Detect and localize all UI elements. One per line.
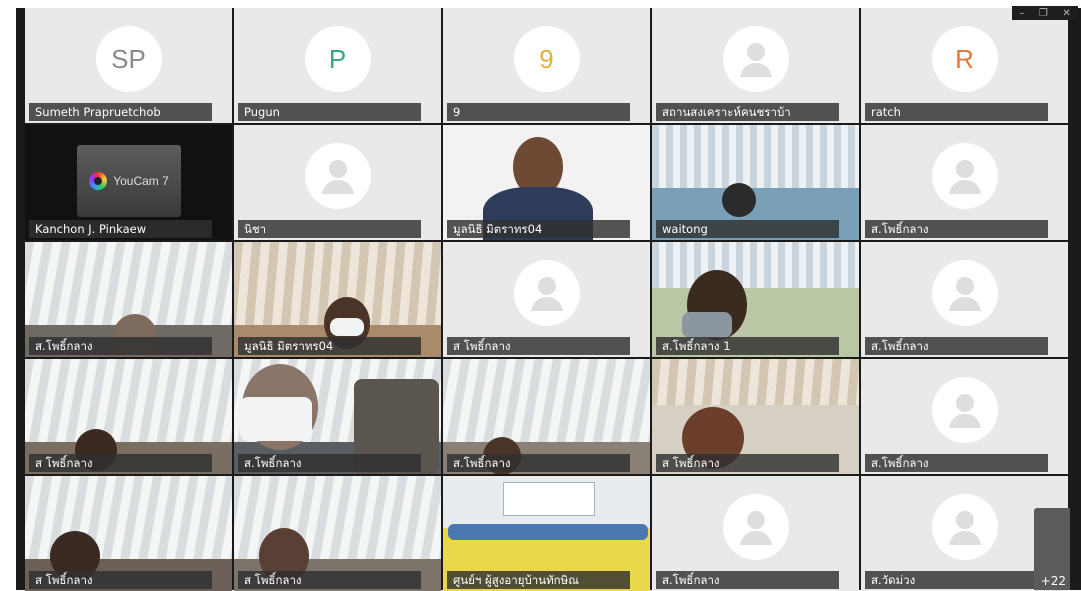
participant-name: นิชา: [238, 220, 421, 238]
initials-avatar: P: [304, 26, 371, 92]
video-gallery: SP Sumeth Prapruetchob P Pugun 9 9 สถานส…: [16, 8, 1081, 591]
participant-name: ส.โพธิ์กลาง: [29, 337, 212, 355]
window-controls: – ❐ ✕: [1012, 6, 1078, 20]
youcam-logo-icon: [89, 172, 108, 190]
minimize-button[interactable]: –: [1019, 8, 1024, 19]
more-participants-count: +22: [1040, 574, 1066, 588]
participant-name: ส.โพธิ์กลาง 1: [656, 337, 839, 355]
participant-tile[interactable]: R ratch: [861, 8, 1068, 123]
participant-name: ส.โพธิ์กลาง: [865, 220, 1048, 238]
participant-name: waitong: [656, 220, 839, 238]
participant-tile[interactable]: มูลนิธิ มิตราทร04: [234, 242, 441, 357]
participant-tile[interactable]: ส โพธิ์กลาง: [443, 242, 650, 357]
initials-avatar: 9: [513, 26, 580, 92]
close-button[interactable]: ✕: [1062, 8, 1070, 19]
participant-tile[interactable]: waitong: [652, 125, 859, 240]
participant-tile[interactable]: 9 9: [443, 8, 650, 123]
person-icon: [513, 260, 580, 326]
person-icon: [931, 377, 998, 443]
participant-tile[interactable]: ส.โพธิ์กลาง 1: [652, 242, 859, 357]
participant-tile[interactable]: ส โพธิ์กลาง: [234, 476, 441, 591]
participant-tile[interactable]: P Pugun: [234, 8, 441, 123]
participant-tile[interactable]: ส โพธิ์กลาง: [25, 476, 232, 591]
restore-button[interactable]: ❐: [1039, 8, 1048, 19]
participant-name: ส.โพธิ์กลาง: [447, 454, 630, 472]
participant-name: ส.โพธิ์กลาง: [656, 571, 839, 589]
participant-name: ส โพธิ์กลาง: [656, 454, 839, 472]
youcam-brand: YouCam 7: [113, 174, 169, 188]
participant-name: Pugun: [238, 103, 421, 121]
participant-tile[interactable]: ส.โพธิ์กลาง: [861, 359, 1068, 474]
participant-tile[interactable]: ส.โพธิ์กลาง: [652, 476, 859, 591]
person-icon: [722, 26, 789, 92]
person-icon: [304, 143, 371, 209]
participant-tile[interactable]: ส โพธิ์กลาง: [25, 359, 232, 474]
participant-name: ส.โพธิ์กลาง: [865, 337, 1048, 355]
participant-tile[interactable]: มูลนิธิ มิตราทร04: [443, 125, 650, 240]
participant-name: ส โพธิ์กลาง: [238, 571, 421, 589]
participant-name: 9: [447, 103, 630, 121]
participant-tile[interactable]: ศูนย์ฯ ผู้สูงอายุบ้านทักษิณ: [443, 476, 650, 591]
participant-name: Sumeth Prapruetchob: [29, 103, 212, 121]
person-icon: [931, 143, 998, 209]
participant-tile[interactable]: SP Sumeth Prapruetchob: [25, 8, 232, 123]
participant-tile[interactable]: ส โพธิ์กลาง: [652, 359, 859, 474]
participant-name: มูลนิธิ มิตราทร04: [447, 220, 630, 238]
participant-name: ศูนย์ฯ ผู้สูงอายุบ้านทักษิณ: [447, 571, 630, 589]
participant-name: สถานสงเคราะห์คนชราบ้า: [656, 103, 839, 121]
initials-avatar: R: [931, 26, 998, 92]
person-icon: [722, 494, 789, 560]
youcam-placeholder: YouCam 7: [77, 145, 181, 217]
more-participants-button[interactable]: +22: [1034, 508, 1070, 590]
initials-avatar: SP: [95, 26, 162, 92]
participant-name: ส โพธิ์กลาง: [29, 454, 212, 472]
participant-name: ส โพธิ์กลาง: [447, 337, 630, 355]
person-icon: [931, 494, 998, 560]
participant-tile[interactable]: ส.โพธิ์กลาง: [25, 242, 232, 357]
participant-tile[interactable]: ส.โพธิ์กลาง: [861, 242, 1068, 357]
person-icon: [931, 260, 998, 326]
participant-name: ratch: [865, 103, 1048, 121]
participant-name: ส.โพธิ์กลาง: [238, 454, 421, 472]
participant-name: Kanchon J. Pinkaew: [29, 220, 212, 238]
participant-tile[interactable]: YouCam 7 Kanchon J. Pinkaew: [25, 125, 232, 240]
participant-tile[interactable]: ส.โพธิ์กลาง: [234, 359, 441, 474]
participant-name: ส.วัดม่วง: [865, 571, 1048, 589]
participant-tile[interactable]: สถานสงเคราะห์คนชราบ้า: [652, 8, 859, 123]
participant-tile[interactable]: นิชา: [234, 125, 441, 240]
participant-tile[interactable]: ส.โพธิ์กลาง: [861, 125, 1068, 240]
participant-tile[interactable]: ส.โพธิ์กลาง: [443, 359, 650, 474]
participant-name: มูลนิธิ มิตราทร04: [238, 337, 421, 355]
participant-name: ส โพธิ์กลาง: [29, 571, 212, 589]
participant-name: ส.โพธิ์กลาง: [865, 454, 1048, 472]
